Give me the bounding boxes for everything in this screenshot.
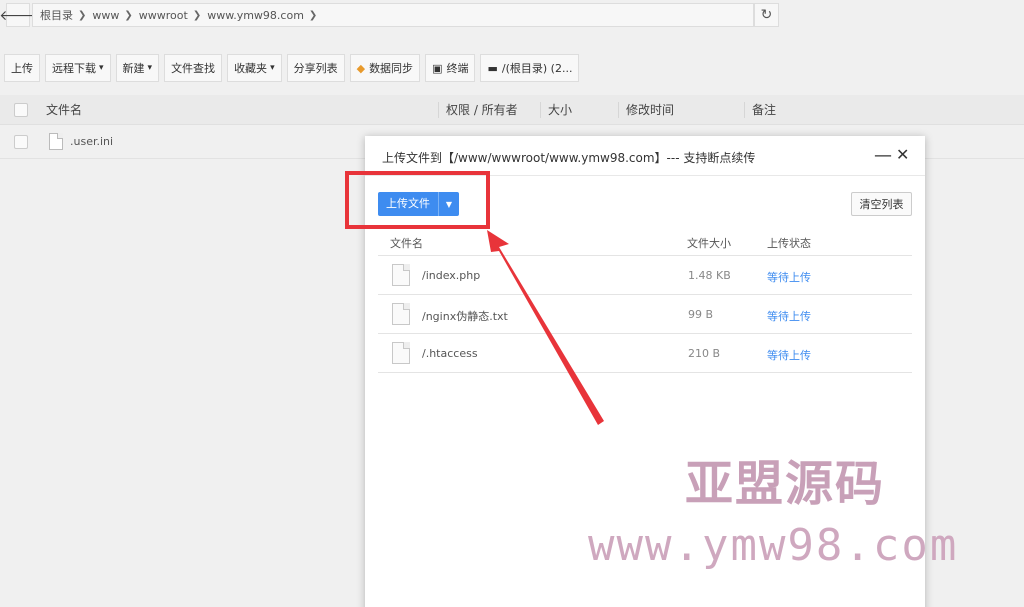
watermark-url: www.ymw98.com	[588, 520, 959, 571]
watermark-title: 亚盟源码	[685, 456, 886, 512]
annotation-arrow-icon	[487, 230, 604, 425]
